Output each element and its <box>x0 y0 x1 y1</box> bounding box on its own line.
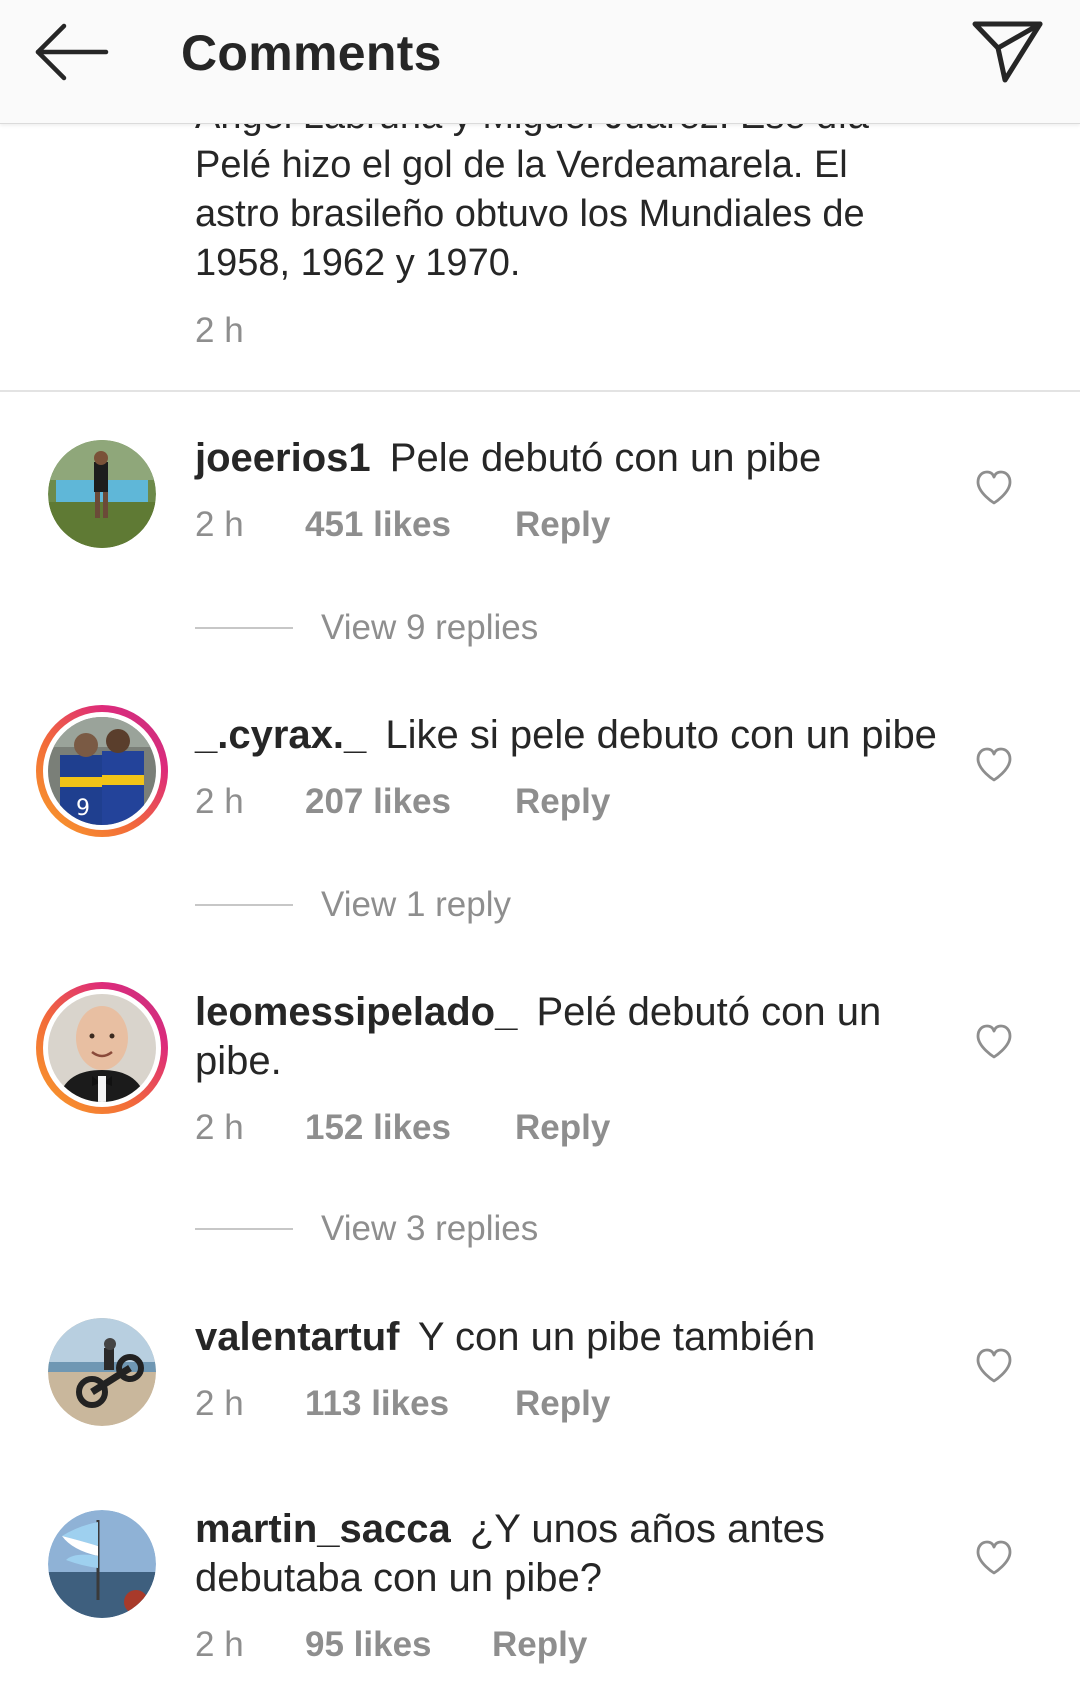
comment-timestamp: 2 h <box>195 1384 244 1423</box>
comment-text: _.cyrax._ Like si pele debuto con un pib… <box>195 711 955 760</box>
caption-line: 1958, 1962 y 1970. <box>195 242 521 284</box>
view-replies-button[interactable]: View 1 reply <box>195 885 511 925</box>
comment-meta: 2 h 152 likes Reply <box>195 1108 610 1148</box>
comment-meta: 2 h 451 likes Reply <box>195 505 610 545</box>
replies-divider-line <box>195 627 293 629</box>
caption-timestamp: 2 h <box>195 311 244 350</box>
heart-icon[interactable] <box>975 747 1013 783</box>
likes-count[interactable]: 451 likes <box>305 505 515 545</box>
comment-meta: 2 h 113 likes Reply <box>195 1384 610 1424</box>
reply-button[interactable]: Reply <box>515 505 610 545</box>
view-replies-label: View 3 replies <box>321 1209 539 1248</box>
view-replies-label: View 9 replies <box>321 608 539 647</box>
likes-count[interactable]: 207 likes <box>305 782 515 822</box>
comment-text: leomessipelado_ Pelé debutó con un pibe. <box>195 988 915 1086</box>
comment-body: Pele debutó con un pibe <box>389 436 822 480</box>
comment-timestamp: 2 h <box>195 505 244 544</box>
comment-username[interactable]: joeerios1 <box>195 436 371 480</box>
avatar[interactable] <box>48 1510 156 1618</box>
comment-timestamp: 2 h <box>195 1625 244 1664</box>
comment-timestamp: 2 h <box>195 1108 244 1147</box>
likes-count[interactable]: 152 likes <box>305 1108 515 1148</box>
avatar[interactable] <box>48 440 156 548</box>
reply-button[interactable]: Reply <box>492 1625 587 1665</box>
view-replies-button[interactable]: View 9 replies <box>195 608 538 648</box>
page-title: Comments <box>181 25 442 81</box>
comment-text: martin_sacca ¿Y unos años antes debutaba… <box>195 1505 915 1603</box>
comment-username[interactable]: valentartuf <box>195 1315 400 1359</box>
avatar[interactable] <box>48 1318 156 1426</box>
comment-text: valentartuf Y con un pibe también <box>195 1313 955 1362</box>
comment-body: Y con un pibe también <box>417 1315 816 1359</box>
heart-icon[interactable] <box>975 1348 1013 1384</box>
comment-username[interactable]: martin_sacca <box>195 1507 451 1551</box>
view-replies-button[interactable]: View 3 replies <box>195 1209 538 1249</box>
heart-icon[interactable] <box>975 1540 1013 1576</box>
comment-text: joeerios1 Pele debutó con un pibe <box>195 434 955 483</box>
comment-meta: 2 h 207 likes Reply <box>195 782 610 822</box>
divider <box>0 390 1080 392</box>
heart-icon[interactable] <box>975 1024 1013 1060</box>
reply-button[interactable]: Reply <box>515 782 610 822</box>
replies-divider-line <box>195 904 293 906</box>
reply-button[interactable]: Reply <box>515 1384 610 1424</box>
likes-count[interactable]: 113 likes <box>305 1384 515 1424</box>
avatar[interactable]: 9 <box>36 705 168 837</box>
caption-line: Pelé hizo el gol de la Verdeamarela. El <box>195 144 848 186</box>
comment-timestamp: 2 h <box>195 782 244 821</box>
comment-username[interactable]: _.cyrax._ <box>195 713 366 757</box>
heart-icon[interactable] <box>975 470 1013 506</box>
paper-plane-icon[interactable] <box>970 14 1046 86</box>
comment-body: Like si pele debuto con un pibe <box>385 713 937 757</box>
avatar[interactable] <box>36 982 168 1114</box>
comment-meta: 2 h 95 likes Reply <box>195 1625 587 1665</box>
svg-text:9: 9 <box>76 796 90 821</box>
reply-button[interactable]: Reply <box>515 1108 610 1148</box>
view-replies-label: View 1 reply <box>321 885 512 924</box>
top-bar: Comments <box>0 0 1080 124</box>
comment-username[interactable]: leomessipelado_ <box>195 990 517 1034</box>
likes-count[interactable]: 95 likes <box>305 1625 492 1665</box>
arrow-left-icon[interactable] <box>34 22 110 82</box>
replies-divider-line <box>195 1228 293 1230</box>
caption-line: astro brasileño obtuvo los Mundiales de <box>195 193 865 235</box>
